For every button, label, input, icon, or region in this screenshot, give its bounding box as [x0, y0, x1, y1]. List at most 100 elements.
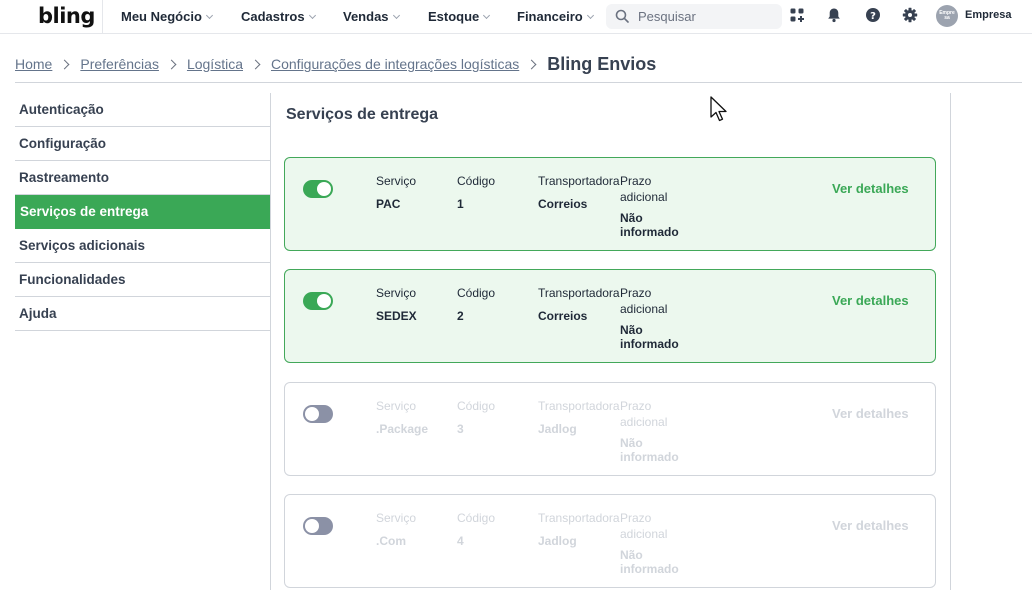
code-value: 1 [457, 197, 464, 211]
bling-logo[interactable]: bling [38, 4, 95, 28]
nav-financeiro[interactable]: Financeiro [517, 9, 594, 24]
nav-label: Estoque [428, 9, 480, 24]
service-card-sedex: Serviço SEDEX Código 2 Transportadora Co… [284, 269, 936, 363]
chevron-down-icon [483, 11, 491, 20]
view-details-link[interactable]: Ver detalhes [832, 406, 909, 421]
carrier-value: Correios [538, 309, 588, 323]
deadline-value: Não informado [620, 436, 679, 464]
carrier-label: Transportadora [538, 286, 620, 300]
service-toggle[interactable] [303, 405, 333, 423]
breadcrumb-home[interactable]: Home [15, 56, 52, 72]
service-toggle[interactable] [303, 292, 333, 310]
code-column: Código 4 [457, 510, 495, 549]
nav-vendas[interactable]: Vendas [343, 9, 400, 24]
carrier-value: Jadlog [538, 422, 577, 436]
nav-cadastros[interactable]: Cadastros [241, 9, 316, 24]
chevron-right-icon [166, 59, 177, 69]
service-value: .Com [376, 534, 406, 548]
service-column: Serviço PAC [376, 173, 416, 212]
service-column: Serviço .Com [376, 510, 416, 549]
carrier-label: Transportadora [538, 399, 620, 413]
settings-sidebar: Autenticação Configuração Rastreamento S… [15, 93, 270, 331]
service-value: .Package [376, 422, 429, 436]
deadline-column: Prazo adicional Não informado [620, 285, 692, 351]
carrier-value: Jadlog [538, 534, 577, 548]
code-value: 3 [457, 422, 464, 436]
breadcrumb-preferencias[interactable]: Preferências [80, 56, 159, 72]
code-value: 4 [457, 534, 464, 548]
nav-meu-negocio[interactable]: Meu Negócio [121, 9, 213, 24]
content-divider-right [950, 93, 951, 590]
content-divider-left [270, 93, 271, 590]
logo-divider [102, 0, 103, 34]
chevron-right-icon [250, 59, 261, 69]
sidebar-item-rastreamento[interactable]: Rastreamento [15, 161, 270, 195]
sidebar-item-servicos-de-entrega[interactable]: Serviços de entrega [15, 195, 270, 229]
breadcrumb-divider [15, 82, 1022, 83]
deadline-column: Prazo adicional Não informado [620, 173, 692, 239]
service-column: Serviço SEDEX [376, 285, 417, 324]
sidebar-item-configuracao[interactable]: Configuração [15, 127, 270, 161]
deadline-value: Não informado [620, 548, 679, 576]
breadcrumb-configuracoes[interactable]: Configurações de integrações logísticas [271, 56, 519, 72]
nav-label: Financeiro [517, 9, 583, 24]
apps-icon[interactable] [789, 7, 805, 23]
deadline-value: Não informado [620, 211, 679, 239]
code-label: Código [457, 286, 496, 300]
page-title: Bling Envios [547, 53, 657, 74]
sidebar-item-autenticacao[interactable]: Autenticação [15, 93, 270, 127]
service-value: SEDEX [376, 309, 417, 323]
service-card-pac: Serviço PAC Código 1 Transportadora Corr… [284, 157, 936, 251]
code-label: Código [457, 174, 496, 188]
view-details-link[interactable]: Ver detalhes [832, 518, 909, 533]
service-toggle[interactable] [303, 517, 333, 535]
code-column: Código 3 [457, 398, 495, 437]
chevron-down-icon [586, 11, 594, 20]
code-column: Código 1 [457, 173, 495, 212]
company-name[interactable]: Empresa [965, 9, 1011, 21]
search-input[interactable] [638, 7, 776, 26]
sidebar-item-ajuda[interactable]: Ajuda [15, 297, 270, 331]
sidebar-item-funcionalidades[interactable]: Funcionalidades [15, 263, 270, 297]
deadline-value: Não informado [620, 323, 679, 351]
svg-text:?: ? [870, 11, 876, 22]
code-label: Código [457, 511, 496, 525]
nav-label: Cadastros [241, 9, 305, 24]
deadline-label: Prazo adicional [620, 511, 668, 541]
service-toggle[interactable] [303, 180, 333, 198]
breadcrumb: Home Preferências Logística Configuraçõe… [15, 52, 656, 76]
carrier-value: Correios [538, 197, 588, 211]
deadline-label: Prazo adicional [620, 174, 668, 204]
section-title: Serviços de entrega [286, 106, 439, 123]
service-label: Serviço [376, 286, 417, 300]
service-label: Serviço [376, 399, 417, 413]
carrier-label: Transportadora [538, 511, 620, 525]
view-details-link[interactable]: Ver detalhes [832, 181, 909, 196]
deadline-column: Prazo adicional Não informado [620, 510, 692, 576]
code-value: 2 [457, 309, 464, 323]
mouse-pointer-icon [710, 96, 727, 122]
search-icon [615, 9, 629, 23]
top-navigation-bar: bling Meu Negócio Cadastros Vendas Estoq… [0, 0, 1032, 34]
nav-label: Meu Negócio [121, 9, 202, 24]
service-value: PAC [376, 197, 401, 211]
view-details-link[interactable]: Ver detalhes [832, 293, 909, 308]
help-icon[interactable]: ? [865, 7, 881, 23]
sidebar-item-servicos-adicionais[interactable]: Serviços adicionais [15, 229, 270, 263]
carrier-column: Transportadora Correios [538, 285, 620, 324]
code-column: Código 2 [457, 285, 495, 324]
deadline-label: Prazo adicional [620, 286, 668, 316]
service-column: Serviço .Package [376, 398, 428, 437]
deadline-column: Prazo adicional Não informado [620, 398, 692, 464]
nav-estoque[interactable]: Estoque [428, 9, 491, 24]
avatar[interactable]: Empre sa [936, 5, 958, 27]
chevron-right-icon [59, 59, 70, 69]
deadline-label: Prazo adicional [620, 399, 668, 429]
breadcrumb-logistica[interactable]: Logística [187, 56, 243, 72]
carrier-column: Transportadora Jadlog [538, 510, 620, 549]
carrier-column: Transportadora Jadlog [538, 398, 620, 437]
chevron-down-icon [205, 11, 213, 20]
bell-icon[interactable] [826, 7, 842, 23]
gear-icon[interactable] [902, 7, 918, 23]
search-box[interactable] [606, 4, 782, 29]
